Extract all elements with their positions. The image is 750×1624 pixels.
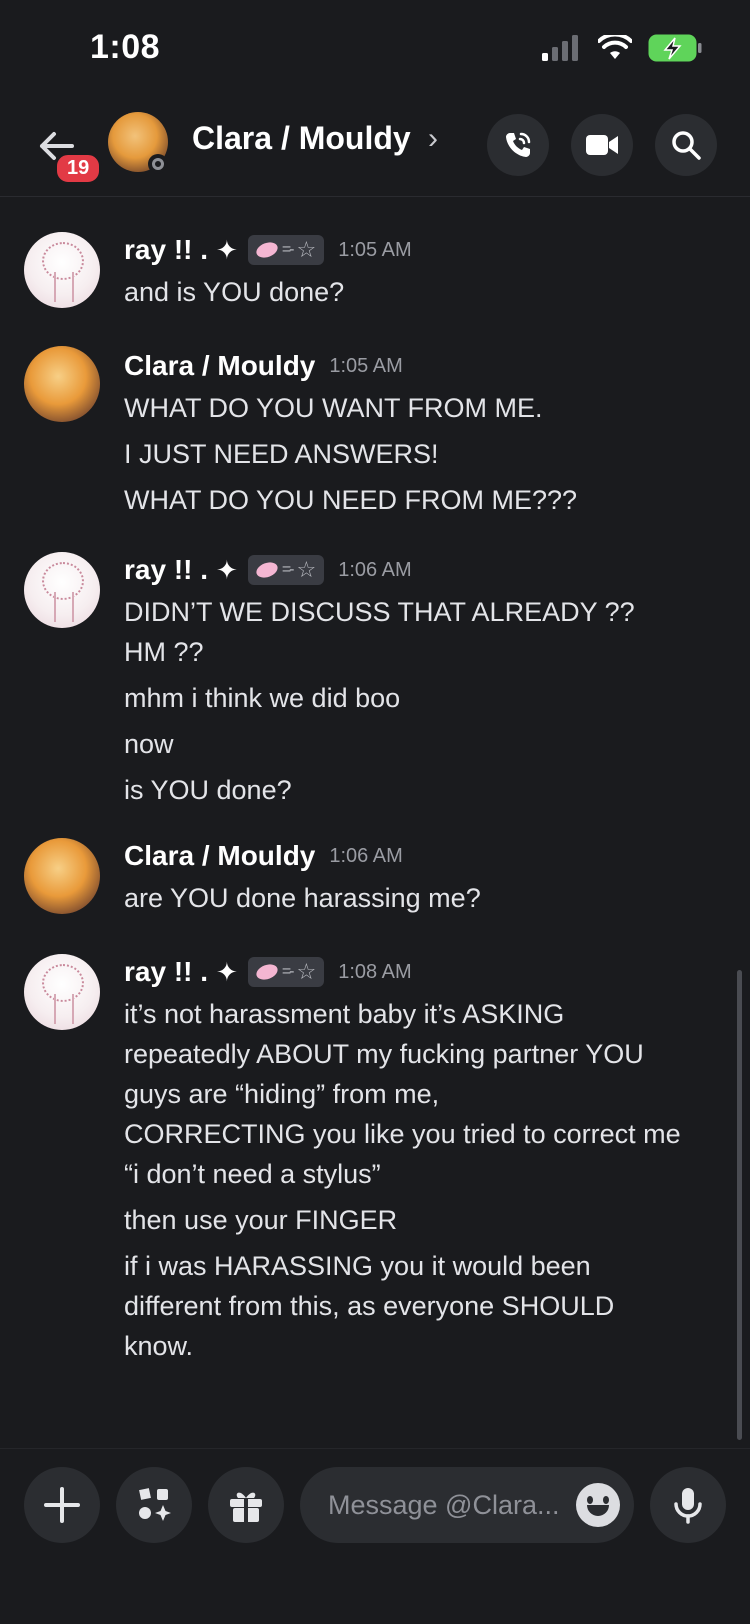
- gift-icon: [230, 1492, 262, 1522]
- message-text: and is YOU done?: [124, 277, 345, 307]
- timestamp: 1:06 AM: [338, 558, 412, 581]
- star-icon: ☆: [296, 557, 317, 582]
- message-list[interactable]: ray !! . ✦ =- ☆ 1:05 AM and is YOU done?…: [0, 200, 750, 1440]
- composer: [0, 1448, 750, 1624]
- author-name[interactable]: ray !! .: [124, 234, 208, 266]
- wifi-icon: [598, 35, 632, 59]
- avatar[interactable]: [24, 954, 100, 1030]
- message-text: mhm i think we did boo: [124, 683, 401, 713]
- message-text: DIDN’T WE DISCUSS THAT ALREADY ??: [124, 597, 635, 627]
- apps-icon: [139, 1488, 171, 1521]
- timestamp: 1:05 AM: [338, 238, 412, 261]
- message-text: WHAT DO YOU WANT FROM ME.: [124, 393, 543, 423]
- message-text: CORRECTING you like you tried to correct…: [124, 1119, 681, 1149]
- timestamp: 1:08 AM: [338, 960, 412, 983]
- message-text: HM ??: [124, 637, 204, 667]
- gift-button[interactable]: [208, 1467, 284, 1543]
- star-icon: ☆: [296, 959, 317, 984]
- status-time: 1:08: [90, 28, 161, 66]
- message-input-container: [300, 1467, 634, 1543]
- message-text: repeatedly ABOUT my fucking partner YOU: [124, 1039, 644, 1069]
- status-icons: [542, 34, 702, 62]
- plus-icon: [44, 1487, 80, 1523]
- microphone-icon: [674, 1488, 702, 1524]
- message-text: “i don’t need a stylus”: [124, 1159, 381, 1189]
- dash-icon: =-: [281, 561, 295, 578]
- message-text: WHAT DO YOU NEED FROM ME???: [124, 485, 578, 515]
- petal-icon: [254, 559, 280, 581]
- unread-badge: 19: [54, 152, 103, 185]
- sparkle-icon: ✦: [216, 234, 238, 265]
- search-button[interactable]: [655, 114, 717, 176]
- timestamp: 1:05 AM: [329, 354, 403, 377]
- clan-tag[interactable]: =- ☆: [247, 235, 325, 265]
- message-input[interactable]: [326, 1488, 570, 1522]
- emoji-icon[interactable]: [576, 1483, 620, 1527]
- avatar[interactable]: [24, 232, 100, 308]
- channel-title[interactable]: Clara / Mouldy: [192, 120, 411, 157]
- sparkle-icon: ✦: [216, 554, 238, 585]
- battery-charging-icon: [648, 34, 702, 62]
- author-name[interactable]: Clara / Mouldy: [124, 840, 315, 872]
- author-name[interactable]: Clara / Mouldy: [124, 350, 315, 382]
- search-icon: [672, 131, 701, 160]
- message-text: it’s not harassment baby it’s ASKING: [124, 999, 565, 1029]
- author-name[interactable]: ray !! .: [124, 956, 208, 988]
- message-text: guys are “hiding” from me,: [124, 1079, 440, 1109]
- star-icon: ☆: [296, 237, 317, 262]
- video-call-button[interactable]: [571, 114, 633, 176]
- message-text: are YOU done harassing me?: [124, 883, 481, 913]
- message-text: now: [124, 729, 174, 759]
- sparkle-icon: ✦: [216, 956, 238, 987]
- presence-offline-icon: [148, 154, 168, 174]
- message-text: know.: [124, 1331, 194, 1361]
- message-text: I JUST NEED ANSWERS!: [124, 439, 439, 469]
- attach-button[interactable]: [24, 1467, 100, 1543]
- phone-call-icon: [506, 132, 531, 157]
- apps-button[interactable]: [116, 1467, 192, 1543]
- petal-icon: [254, 239, 280, 261]
- message-text: if i was HARASSING you it would been: [124, 1251, 591, 1281]
- avatar[interactable]: [24, 552, 100, 628]
- message-text: different from this, as everyone SHOULD: [124, 1291, 615, 1321]
- cellular-signal-icon: [542, 35, 578, 61]
- chevron-right-icon[interactable]: ›: [428, 122, 438, 156]
- dm-header: 19 Clara / Mouldy ›: [0, 100, 750, 197]
- avatar[interactable]: [24, 838, 100, 914]
- voice-call-button[interactable]: [487, 114, 549, 176]
- scrollbar[interactable]: [737, 970, 742, 1440]
- dash-icon: =-: [281, 963, 295, 980]
- message-text: then use your FINGER: [124, 1205, 398, 1235]
- video-camera-icon: [586, 135, 618, 155]
- timestamp: 1:06 AM: [329, 844, 403, 867]
- avatar[interactable]: [24, 346, 100, 422]
- dash-icon: =-: [281, 241, 295, 258]
- clan-tag[interactable]: =- ☆: [247, 555, 325, 585]
- message-text: is YOU done?: [124, 775, 292, 805]
- voice-message-button[interactable]: [650, 1467, 726, 1543]
- clan-tag[interactable]: =- ☆: [247, 957, 325, 987]
- author-name[interactable]: ray !! .: [124, 554, 208, 586]
- status-bar: 1:08: [0, 0, 750, 100]
- petal-icon: [254, 961, 280, 983]
